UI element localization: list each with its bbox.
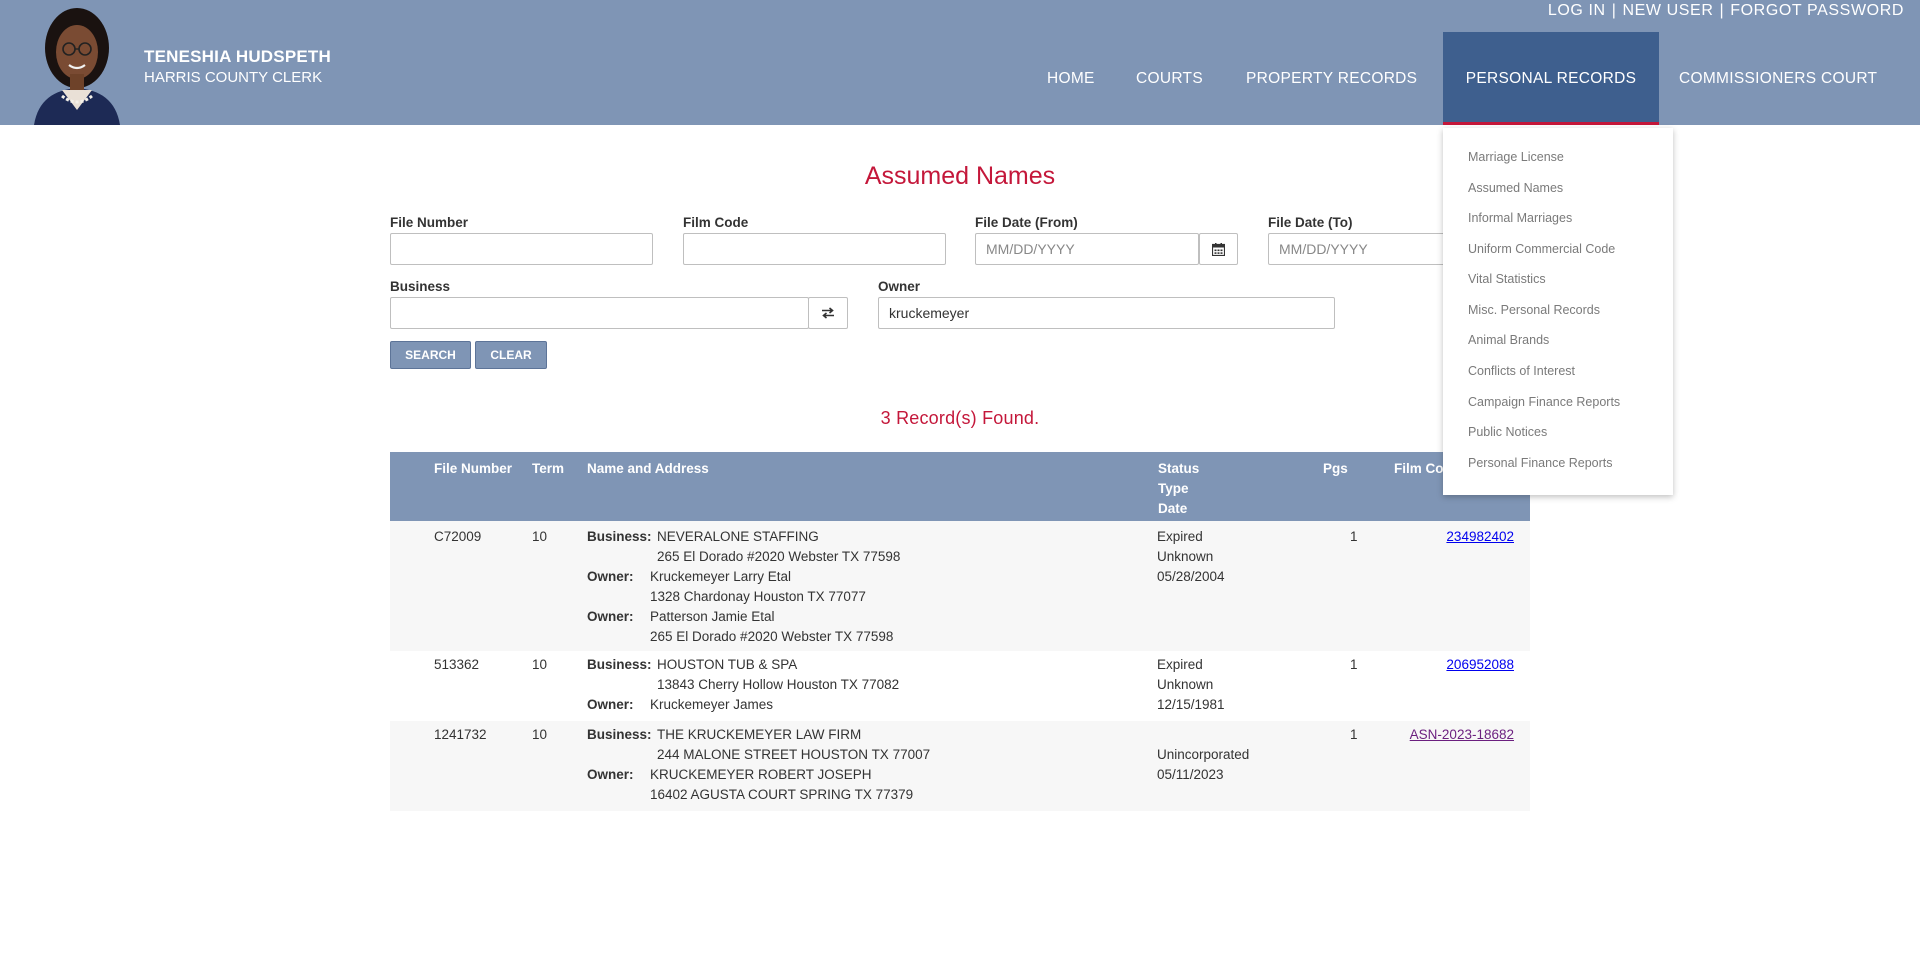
- col-status-type-date: Status Type Date: [1158, 459, 1199, 519]
- business-name: THE KRUCKEMEYER LAW FIRM: [657, 727, 862, 742]
- nav-property-records[interactable]: PROPERTY RECORDS: [1246, 32, 1417, 125]
- owner-tag: Owner:: [587, 767, 634, 782]
- nav-home[interactable]: HOME: [1047, 32, 1095, 125]
- personal-records-dropdown: Marriage License Assumed Names Informal …: [1443, 128, 1673, 495]
- business-address: 244 MALONE STREET HOUSTON TX 77007: [657, 747, 931, 762]
- business-input[interactable]: [390, 297, 809, 329]
- login-link[interactable]: LOG IN: [1548, 2, 1606, 19]
- term-cell: 10: [532, 529, 548, 544]
- pgs-cell: 1: [1350, 657, 1358, 672]
- clerk-portrait: [14, 4, 141, 125]
- business-tag: Business:: [587, 529, 652, 544]
- separator: |: [1719, 2, 1725, 19]
- col-date: Date: [1158, 501, 1188, 516]
- header-bar: TENESHIA HUDSPETH HARRIS COUNTY CLERK LO…: [0, 0, 1920, 125]
- file-date-from-label: File Date (From): [975, 215, 1078, 230]
- owner-name: KRUCKEMEYER ROBERT JOSEPH: [650, 767, 872, 782]
- term-cell: 10: [532, 727, 548, 742]
- col-file-number: File Number: [434, 461, 513, 476]
- clerk-title: HARRIS COUNTY CLERK: [144, 69, 323, 86]
- date-cell: 05/11/2023: [1157, 767, 1224, 782]
- col-pgs: Pgs: [1323, 461, 1348, 476]
- file-number-input[interactable]: [390, 233, 653, 265]
- menu-item-campaign-finance-reports[interactable]: Campaign Finance Reports: [1468, 395, 1620, 409]
- menu-item-animal-brands[interactable]: Animal Brands: [1468, 333, 1549, 347]
- account-links: LOG IN | NEW USER | FORGOT PASSWORD: [1548, 2, 1904, 20]
- owner-name: Kruckemeyer Larry Etal: [650, 569, 792, 584]
- nav-personal-records[interactable]: PERSONAL RECORDS: [1443, 32, 1659, 125]
- business-address: 265 El Dorado #2020 Webster TX 77598: [657, 549, 901, 564]
- col-type: Type: [1158, 481, 1189, 496]
- menu-item-assumed-names[interactable]: Assumed Names: [1468, 181, 1563, 195]
- date-cell: 05/28/2004: [1157, 569, 1225, 584]
- menu-item-public-notices[interactable]: Public Notices: [1468, 425, 1547, 439]
- nav-courts[interactable]: COURTS: [1136, 32, 1203, 125]
- table-row: C72009 10 Business: NEVERALONE STAFFING …: [390, 521, 1530, 651]
- menu-item-conflicts-of-interest[interactable]: Conflicts of Interest: [1468, 364, 1575, 378]
- results-table-header: File Number Term Name and Address Status…: [390, 452, 1530, 521]
- type-cell: Unknown: [1157, 549, 1214, 564]
- file-number-cell: 513362: [434, 657, 480, 672]
- col-status: Status: [1158, 461, 1200, 476]
- menu-item-misc-personal-records[interactable]: Misc. Personal Records: [1468, 303, 1600, 317]
- menu-item-marriage-license[interactable]: Marriage License: [1468, 150, 1564, 164]
- clerk-name: TENESHIA HUDSPETH: [144, 47, 331, 66]
- business-name: NEVERALONE STAFFING: [657, 529, 819, 544]
- film-code-link[interactable]: ASN-2023-18682: [1410, 727, 1514, 742]
- file-date-to-input[interactable]: [1268, 233, 1446, 265]
- forgot-password-link[interactable]: FORGOT PASSWORD: [1730, 2, 1904, 19]
- business-name: HOUSTON TUB & SPA: [657, 657, 798, 672]
- owner-name: Patterson Jamie Etal: [650, 609, 775, 624]
- menu-item-informal-marriages[interactable]: Informal Marriages: [1468, 211, 1572, 225]
- owner-input[interactable]: [878, 297, 1335, 329]
- type-cell: Unincorporated: [1157, 747, 1250, 762]
- business-label: Business: [390, 279, 451, 294]
- business-tag: Business:: [587, 727, 652, 742]
- pgs-cell: 1: [1350, 727, 1358, 742]
- col-term: Term: [532, 461, 565, 476]
- file-number-cell: 1241732: [434, 727, 487, 742]
- calendar-button[interactable]: [1199, 233, 1238, 265]
- menu-item-personal-finance-reports[interactable]: Personal Finance Reports: [1468, 456, 1613, 470]
- brand: TENESHIA HUDSPETH HARRIS COUNTY CLERK: [144, 47, 331, 86]
- owner-name: Kruckemeyer James: [650, 697, 774, 712]
- owner-address: 265 El Dorado #2020 Webster TX 77598: [650, 629, 894, 644]
- owner-tag: Owner:: [587, 609, 634, 624]
- col-name-address: Name and Address: [587, 461, 709, 476]
- film-code-label: Film Code: [683, 215, 749, 230]
- table-row: 513362 10 Business: HOUSTON TUB & SPA 13…: [390, 651, 1530, 721]
- pgs-cell: 1: [1350, 529, 1358, 544]
- owner-tag: Owner:: [587, 569, 634, 584]
- status-cell: Expired: [1157, 657, 1203, 672]
- film-code-link[interactable]: 206952088: [1446, 657, 1514, 672]
- film-code-link[interactable]: 234982402: [1446, 529, 1514, 544]
- swap-button[interactable]: [808, 297, 848, 329]
- status-cell: Expired: [1157, 529, 1203, 544]
- calendar-icon: [1212, 242, 1225, 256]
- owner-address: 1328 Chardonay Houston TX 77077: [650, 589, 866, 604]
- table-row: 1241732 10 Business: THE KRUCKEMEYER LAW…: [390, 721, 1530, 811]
- clear-button[interactable]: CLEAR: [475, 341, 547, 369]
- nav-commissioners-court[interactable]: COMMISSIONERS COURT: [1679, 32, 1877, 125]
- type-cell: Unknown: [1157, 677, 1214, 692]
- owner-address: 16402 AGUSTA COURT SPRING TX 77379: [650, 787, 914, 802]
- film-code-input[interactable]: [683, 233, 946, 265]
- file-number-cell: C72009: [434, 529, 482, 544]
- owner-tag: Owner:: [587, 697, 634, 712]
- file-date-to-label: File Date (To): [1268, 215, 1353, 230]
- swap-icon: [822, 307, 834, 319]
- term-cell: 10: [532, 657, 548, 672]
- new-user-link[interactable]: NEW USER: [1622, 2, 1713, 19]
- separator: |: [1611, 2, 1617, 19]
- search-button[interactable]: SEARCH: [390, 341, 471, 369]
- file-number-label: File Number: [390, 215, 469, 230]
- business-address: 13843 Cherry Hollow Houston TX 77082: [657, 677, 900, 692]
- file-date-from-input[interactable]: [975, 233, 1199, 265]
- owner-label: Owner: [878, 279, 921, 294]
- menu-item-uniform-commercial-code[interactable]: Uniform Commercial Code: [1468, 242, 1615, 256]
- date-cell: 12/15/1981: [1157, 697, 1225, 712]
- business-tag: Business:: [587, 657, 652, 672]
- menu-item-vital-statistics[interactable]: Vital Statistics: [1468, 272, 1546, 286]
